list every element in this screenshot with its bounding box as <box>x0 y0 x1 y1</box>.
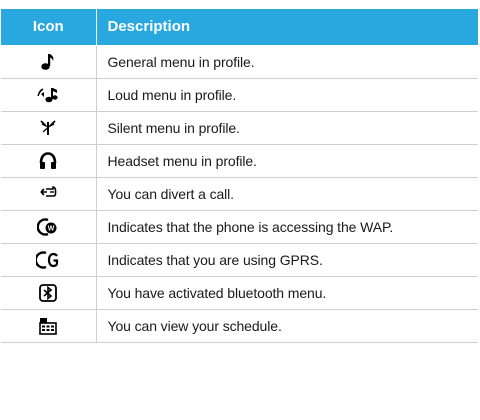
row-description: Indicates that you are using GPRS. <box>95 242 478 277</box>
table-row: You can view your schedule. <box>1 308 478 343</box>
row-description: Silent menu in profile. <box>95 110 478 145</box>
call-divert-icon <box>38 185 58 202</box>
silent-antenna-icon <box>38 119 58 136</box>
row-description: You have activated bluetooth menu. <box>95 275 478 310</box>
row-description: You can view your schedule. <box>95 308 478 343</box>
header-description: Description <box>95 9 478 46</box>
wap-icon: W <box>37 217 59 236</box>
table-row: Headset menu in profile. <box>1 143 478 178</box>
gprs-icon <box>36 250 60 269</box>
table-row: Loud menu in profile. <box>1 77 478 112</box>
row-description: You can divert a call. <box>95 176 478 211</box>
schedule-icon <box>38 317 58 335</box>
table-row: You can divert a call. <box>1 176 478 211</box>
row-description: Headset menu in profile. <box>95 143 478 178</box>
header-icon: Icon <box>1 9 97 46</box>
icon-description-table: Icon Description General menu in profile… <box>1 9 478 343</box>
table-row: W Indicates that the phone is accessing … <box>1 209 478 244</box>
music-note-icon <box>38 53 58 70</box>
svg-text:W: W <box>48 225 55 232</box>
table-row: You have activated bluetooth menu. <box>1 275 478 310</box>
bluetooth-icon <box>38 283 58 302</box>
row-description: Loud menu in profile. <box>95 77 478 112</box>
table-header-row: Icon Description <box>1 9 478 46</box>
headset-icon <box>38 151 58 169</box>
row-description: Indicates that the phone is accessing th… <box>95 209 478 244</box>
loud-speaker-note-icon <box>37 86 59 103</box>
row-description: General menu in profile. <box>95 44 478 79</box>
table-row: General menu in profile. <box>1 44 478 79</box>
table-row: Silent menu in profile. <box>1 110 478 145</box>
table-row: Indicates that you are using GPRS. <box>1 242 478 277</box>
